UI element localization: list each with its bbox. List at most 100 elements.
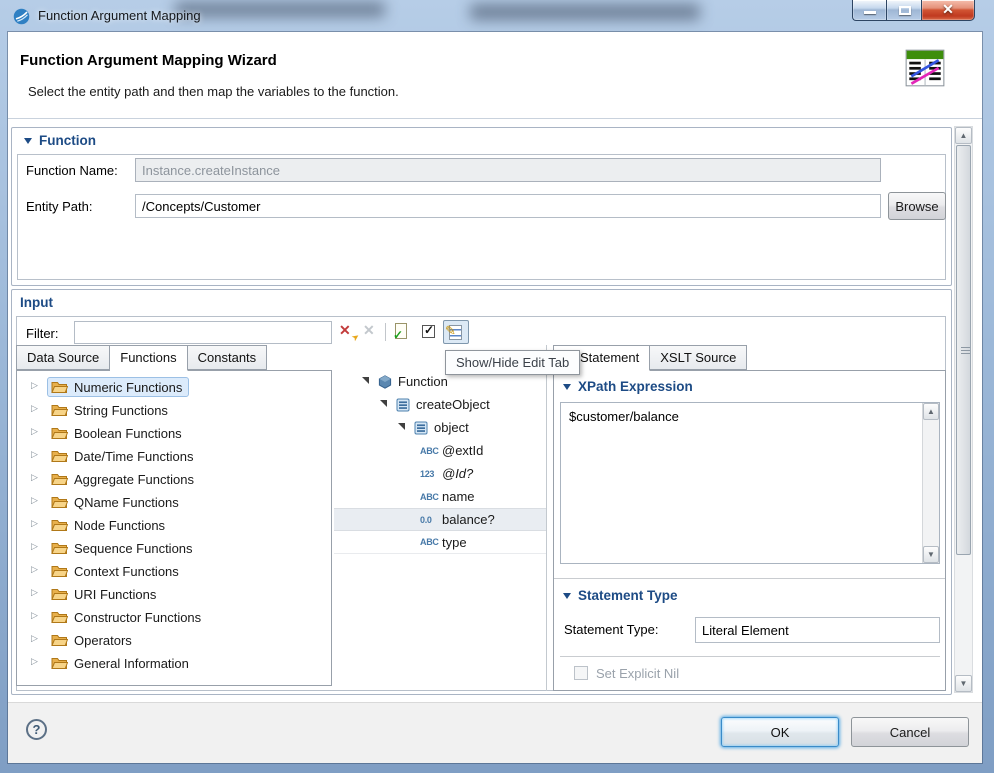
tree-item-numeric-functions[interactable]: ▷ Numeric Functions xyxy=(17,376,331,399)
page-subtitle: Select the entity path and then map the … xyxy=(28,84,399,99)
function-section-header[interactable]: Function xyxy=(24,133,96,148)
tree-item-sequence-functions[interactable]: ▷ Sequence Functions xyxy=(17,537,331,560)
expand-icon[interactable]: ▷ xyxy=(31,541,38,552)
xpath-expression-editor[interactable]: $customer/balance ▲ ▼ xyxy=(560,402,940,564)
break-mapping-button[interactable]: ✕ ➤ xyxy=(336,320,360,344)
collapse-arrow-icon xyxy=(563,384,571,390)
entity-path-field[interactable] xyxy=(135,194,881,218)
expand-icon[interactable]: ▷ xyxy=(31,403,38,414)
scrollbar-thumb[interactable] xyxy=(956,145,971,555)
page-title: Function Argument Mapping Wizard xyxy=(20,52,277,69)
tree-item-constructor-functions[interactable]: ▷ Constructor Functions xyxy=(17,606,331,629)
string-type-icon: ABC xyxy=(420,537,442,547)
statement-type-field[interactable] xyxy=(695,617,940,643)
pencil-icon: ✎ xyxy=(445,323,456,339)
break-mapping-icon: ✕ xyxy=(339,322,351,339)
ok-button[interactable]: OK xyxy=(721,717,839,747)
expand-icon[interactable]: ▷ xyxy=(31,564,38,575)
help-button[interactable]: ? xyxy=(26,719,47,740)
expand-icon[interactable]: ▷ xyxy=(31,610,38,621)
folder-icon xyxy=(51,426,68,440)
tree-item-qname-functions[interactable]: ▷ QName Functions xyxy=(17,491,331,514)
show-hide-edit-tab-button[interactable]: ✎ xyxy=(443,320,469,344)
arrow-up-icon: ▲ xyxy=(924,407,938,416)
tree-item-general-information[interactable]: ▷ General Information xyxy=(17,652,331,675)
scroll-down-button[interactable]: ▼ xyxy=(955,675,972,692)
minimize-button[interactable] xyxy=(852,0,886,21)
mapping-node-balance[interactable]: 0.0 balance? xyxy=(334,508,546,531)
tree-item-aggregate-functions[interactable]: ▷ Aggregate Functions xyxy=(17,468,331,491)
main-scrollbar[interactable]: ▲ ▼ xyxy=(954,126,973,693)
button-bar: ? OK Cancel xyxy=(8,702,982,763)
cancel-button[interactable]: Cancel xyxy=(851,717,969,747)
checkbox-icon: ✓ xyxy=(422,325,435,338)
collapse-icon[interactable] xyxy=(380,400,387,407)
green-check-icon: ✓ xyxy=(393,328,403,342)
header-divider xyxy=(8,118,982,119)
scroll-up-button[interactable]: ▲ xyxy=(923,403,939,420)
arrow-up-icon: ▲ xyxy=(956,131,971,140)
folder-icon xyxy=(51,564,68,578)
mapping-node-createobject[interactable]: createObject xyxy=(334,393,546,416)
checkbox-toggle-button[interactable]: ✓ xyxy=(418,320,442,344)
tab-data-source[interactable]: Data Source xyxy=(16,345,110,370)
collapse-icon[interactable] xyxy=(398,423,405,430)
expand-icon[interactable]: ▷ xyxy=(31,633,38,644)
number-type-icon: 123 xyxy=(420,469,442,479)
expand-icon[interactable]: ▷ xyxy=(31,587,38,598)
folder-icon xyxy=(51,380,68,394)
section-divider xyxy=(554,578,945,579)
folder-icon xyxy=(51,610,68,624)
string-type-icon: ABC xyxy=(420,492,442,502)
tree-item-uri-functions[interactable]: ▷ URI Functions xyxy=(17,583,331,606)
browse-button[interactable]: Browse xyxy=(888,192,946,220)
tab-functions[interactable]: Functions xyxy=(110,345,187,371)
element-icon xyxy=(396,398,410,412)
expand-icon[interactable]: ▷ xyxy=(31,518,38,529)
decimal-type-icon: 0.0 xyxy=(420,515,442,525)
filter-input[interactable] xyxy=(74,321,332,344)
function-name-label: Function Name: xyxy=(26,163,118,178)
tree-item-datetime-functions[interactable]: ▷ Date/Time Functions xyxy=(17,445,331,468)
tree-item-operators[interactable]: ▷ Operators xyxy=(17,629,331,652)
tree-item-node-functions[interactable]: ▷ Node Functions xyxy=(17,514,331,537)
filter-label: Filter: xyxy=(26,326,59,341)
mapping-node-type[interactable]: ABC type xyxy=(334,531,546,554)
xpath-scrollbar[interactable]: ▲ ▼ xyxy=(922,403,939,563)
tab-constants[interactable]: Constants xyxy=(188,345,268,370)
expand-icon[interactable]: ▷ xyxy=(31,656,38,667)
mapping-node-id[interactable]: 123 @Id? xyxy=(334,462,546,485)
function-hexagon-icon xyxy=(378,375,392,389)
scroll-up-button[interactable]: ▲ xyxy=(955,127,972,144)
mapping-node-extid[interactable]: ABC @extId xyxy=(334,439,546,462)
scroll-down-button[interactable]: ▼ xyxy=(923,546,939,563)
tree-item-context-functions[interactable]: ▷ Context Functions xyxy=(17,560,331,583)
mapping-node-object[interactable]: object xyxy=(334,416,546,439)
input-section-header: Input xyxy=(20,295,53,310)
mapping-node-name[interactable]: ABC name xyxy=(334,485,546,508)
tree-item-string-functions[interactable]: ▷ String Functions xyxy=(17,399,331,422)
expand-icon[interactable]: ▷ xyxy=(31,380,38,391)
folder-icon xyxy=(51,656,68,670)
expand-icon[interactable]: ▷ xyxy=(31,449,38,460)
titlebar[interactable]: Function Argument Mapping ✕ xyxy=(0,0,994,32)
expand-icon[interactable]: ▷ xyxy=(31,472,38,483)
folder-icon xyxy=(51,541,68,555)
collapse-icon[interactable] xyxy=(362,377,369,384)
statement-type-label: Statement Type: xyxy=(564,622,658,637)
panel-divider xyxy=(546,345,547,691)
string-type-icon: ABC xyxy=(420,446,442,456)
expand-icon[interactable]: ▷ xyxy=(31,495,38,506)
expand-icon[interactable]: ▷ xyxy=(31,426,38,437)
xpath-expression-header[interactable]: XPath Expression xyxy=(563,379,693,394)
statement-type-header[interactable]: Statement Type xyxy=(563,588,678,603)
folder-icon xyxy=(51,472,68,486)
delete-button[interactable]: ✕ xyxy=(360,320,384,344)
function-name-field xyxy=(135,158,881,182)
maximize-button[interactable] xyxy=(886,0,922,21)
xpath-validate-button[interactable]: ✓ xyxy=(391,320,415,344)
tree-item-boolean-functions[interactable]: ▷ Boolean Functions xyxy=(17,422,331,445)
tab-xslt-source[interactable]: XSLT Source xyxy=(650,345,747,370)
close-button[interactable]: ✕ xyxy=(922,0,975,21)
folder-icon xyxy=(51,495,68,509)
